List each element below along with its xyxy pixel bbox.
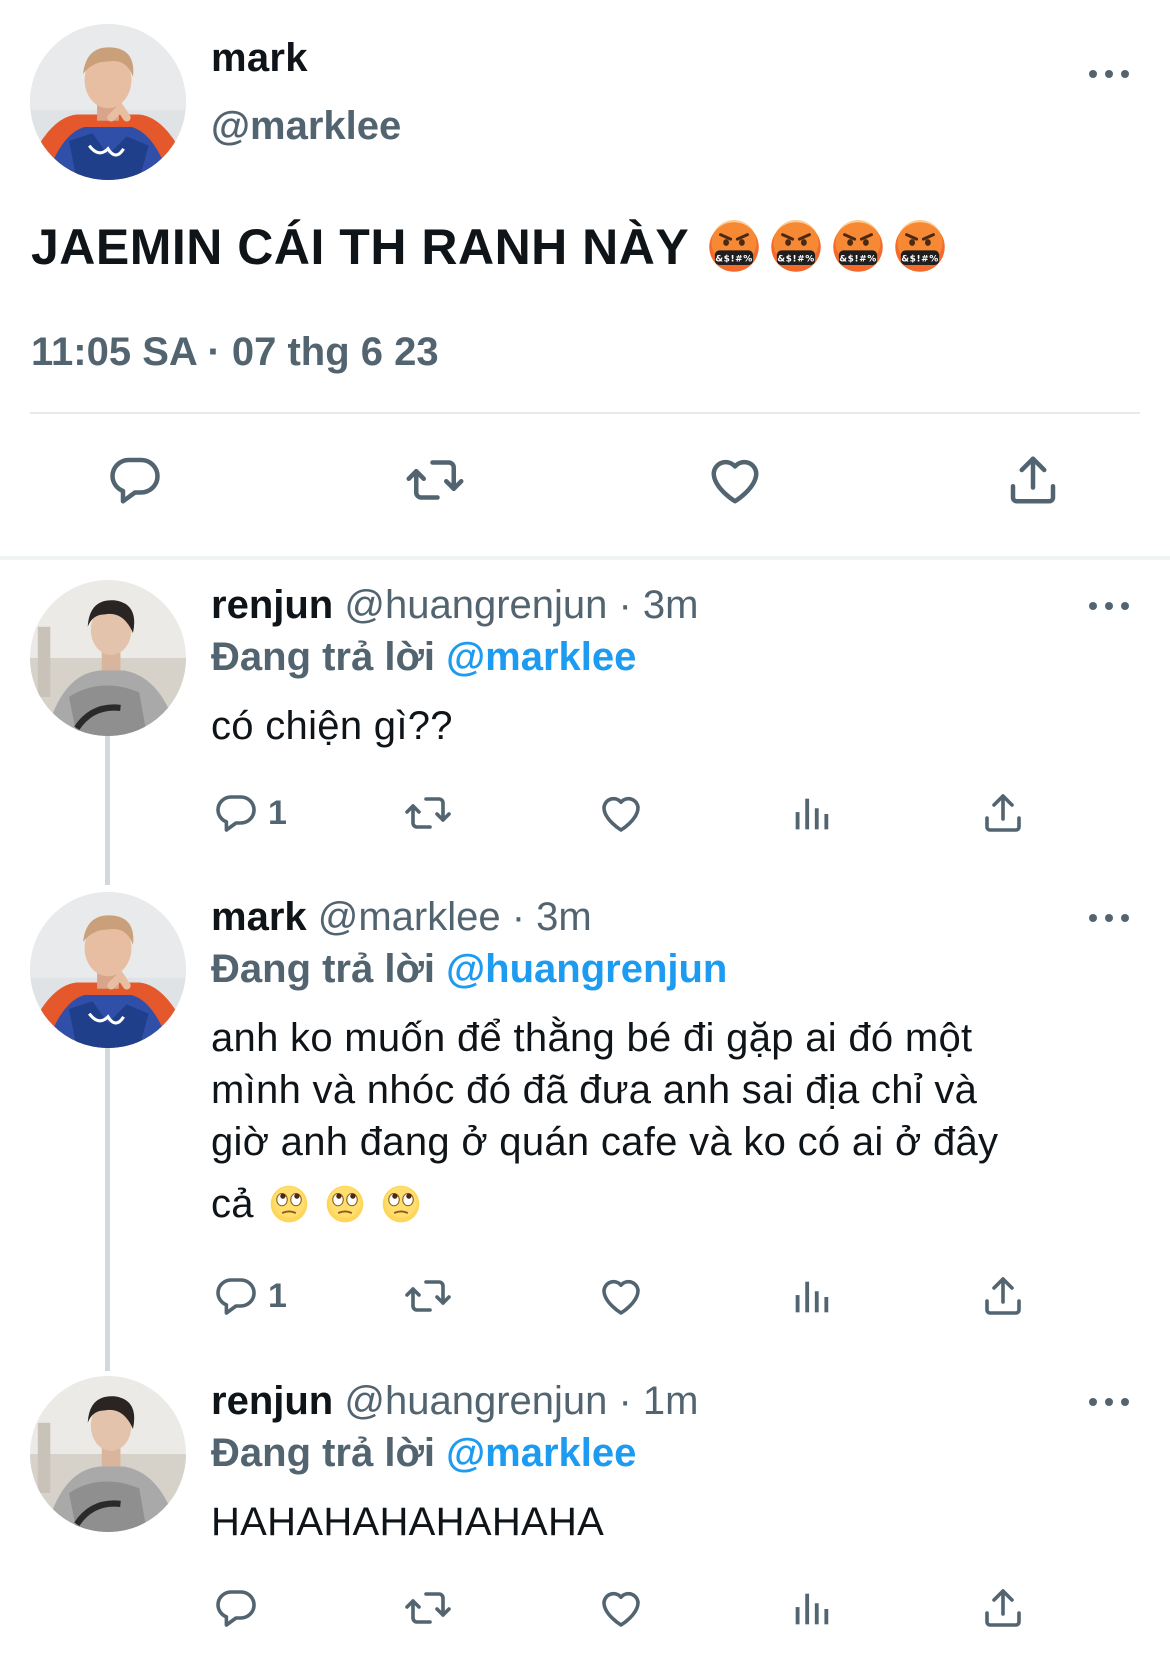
more-options-icon[interactable] xyxy=(1089,1395,1129,1409)
reply-icon xyxy=(105,450,165,510)
face-with-rolling-eyes-icon xyxy=(268,1183,310,1225)
like-button[interactable] xyxy=(596,789,646,837)
tweet-text-content: JAEMIN CÁI TH RANH NÀY xyxy=(31,219,690,275)
avatar-renjun[interactable] xyxy=(30,580,186,736)
reply-count: 1 xyxy=(268,793,287,832)
retweet-button[interactable] xyxy=(402,450,468,510)
face-with-symbols-on-mouth-icon xyxy=(707,220,761,274)
avatar-mark[interactable] xyxy=(30,892,186,1048)
thread-line xyxy=(105,735,110,885)
views-button[interactable] xyxy=(787,791,835,837)
reply-button[interactable]: 1 xyxy=(212,1272,287,1320)
retweet-icon xyxy=(399,1272,457,1320)
tweet-emojis xyxy=(707,220,947,274)
reply-handle-time[interactable]: @huangrenjun · 1m xyxy=(344,1379,698,1423)
like-icon xyxy=(596,1272,646,1320)
like-button[interactable] xyxy=(596,1272,646,1320)
main-tweet-actions xyxy=(0,450,1170,530)
face-with-symbols-on-mouth-icon xyxy=(893,220,947,274)
reply-header: mark @marklee · 3m xyxy=(211,895,592,940)
views-icon xyxy=(787,1586,835,1632)
reply-text: có chiện gì?? xyxy=(211,704,453,748)
author-handle[interactable]: @marklee xyxy=(211,104,401,149)
replying-to: Đang trả lời @marklee xyxy=(211,1431,636,1476)
reply-text-line: cả xyxy=(211,1182,254,1226)
replying-mention[interactable]: @marklee xyxy=(446,1431,636,1475)
replying-to: Đang trả lời @marklee xyxy=(211,635,636,680)
reply-icon xyxy=(212,1584,260,1632)
retweet-button[interactable] xyxy=(399,789,457,837)
tweet-timestamp[interactable]: 11:05 SA · 07 thg 6 23 xyxy=(31,330,439,375)
author-name[interactable]: mark xyxy=(211,36,308,81)
reply-handle-time[interactable]: @huangrenjun · 3m xyxy=(344,583,698,627)
views-button[interactable] xyxy=(787,1274,835,1320)
face-with-rolling-eyes-icon xyxy=(380,1183,422,1225)
reply-handle-time[interactable]: @marklee · 3m xyxy=(318,895,592,939)
reply-text-last-line: cả xyxy=(211,1178,998,1230)
replying-mention[interactable]: @huangrenjun xyxy=(446,947,727,991)
reply-author-name[interactable]: mark xyxy=(211,895,307,939)
face-with-symbols-on-mouth-icon xyxy=(831,220,885,274)
retweet-icon xyxy=(399,1584,457,1632)
replying-mention[interactable]: @marklee xyxy=(446,635,636,679)
reply-author-name[interactable]: renjun xyxy=(211,1379,333,1423)
like-icon xyxy=(596,789,646,837)
retweet-button[interactable] xyxy=(399,1272,457,1320)
reply-text: HAHAHAHAHAHAHA xyxy=(211,1500,605,1544)
reply-button[interactable]: 1 xyxy=(212,789,287,837)
divider xyxy=(30,412,1140,414)
avatar-mark[interactable] xyxy=(30,24,186,180)
reply-header: renjun @huangrenjun · 3m xyxy=(211,583,699,628)
avatar-renjun[interactable] xyxy=(30,1376,186,1532)
reply-author-name[interactable]: renjun xyxy=(211,583,333,627)
share-button[interactable] xyxy=(979,789,1027,837)
reply-icon xyxy=(212,789,260,837)
share-icon xyxy=(1003,450,1063,510)
share-button[interactable] xyxy=(979,1584,1027,1632)
more-options-icon[interactable] xyxy=(1089,599,1129,613)
more-options-icon[interactable] xyxy=(1089,67,1129,81)
reply-text: anh ko muốn để thằng bé đi gặp ai đó một… xyxy=(211,1012,998,1230)
replying-prefix: Đang trả lời xyxy=(211,1431,436,1475)
retweet-icon xyxy=(402,450,468,510)
tweet-text: JAEMIN CÁI TH RANH NÀY xyxy=(31,218,947,276)
reply-text-line: anh ko muốn để thằng bé đi gặp ai đó một xyxy=(211,1016,973,1060)
reply-text-line: mình và nhóc đó đã đưa anh sai địa chỉ v… xyxy=(211,1068,978,1112)
reply-button[interactable] xyxy=(105,450,165,510)
face-with-symbols-on-mouth-icon xyxy=(769,220,823,274)
views-button[interactable] xyxy=(787,1586,835,1632)
like-button[interactable] xyxy=(704,450,766,510)
retweet-icon xyxy=(399,789,457,837)
views-icon xyxy=(787,1274,835,1320)
replying-prefix: Đang trả lời xyxy=(211,947,436,991)
reply-icon xyxy=(212,1272,260,1320)
replying-to: Đang trả lời @huangrenjun xyxy=(211,947,727,992)
views-icon xyxy=(787,791,835,837)
reply-header: renjun @huangrenjun · 1m xyxy=(211,1379,699,1424)
share-button[interactable] xyxy=(979,1272,1027,1320)
share-icon xyxy=(979,1584,1027,1632)
like-icon xyxy=(704,450,766,510)
thread-line xyxy=(105,1048,110,1371)
more-options-icon[interactable] xyxy=(1089,911,1129,925)
retweet-button[interactable] xyxy=(399,1584,457,1632)
face-with-rolling-eyes-icon xyxy=(324,1183,366,1225)
like-button[interactable] xyxy=(596,1584,646,1632)
replying-prefix: Đang trả lời xyxy=(211,635,436,679)
reply-button[interactable] xyxy=(212,1584,260,1632)
share-icon xyxy=(979,1272,1027,1320)
section-divider xyxy=(0,556,1170,560)
reply-text-line: giờ anh đang ở quán cafe và ko có ai ở đ… xyxy=(211,1120,999,1164)
share-button[interactable] xyxy=(1003,450,1063,510)
share-icon xyxy=(979,789,1027,837)
like-icon xyxy=(596,1584,646,1632)
reply-count: 1 xyxy=(268,1276,287,1315)
